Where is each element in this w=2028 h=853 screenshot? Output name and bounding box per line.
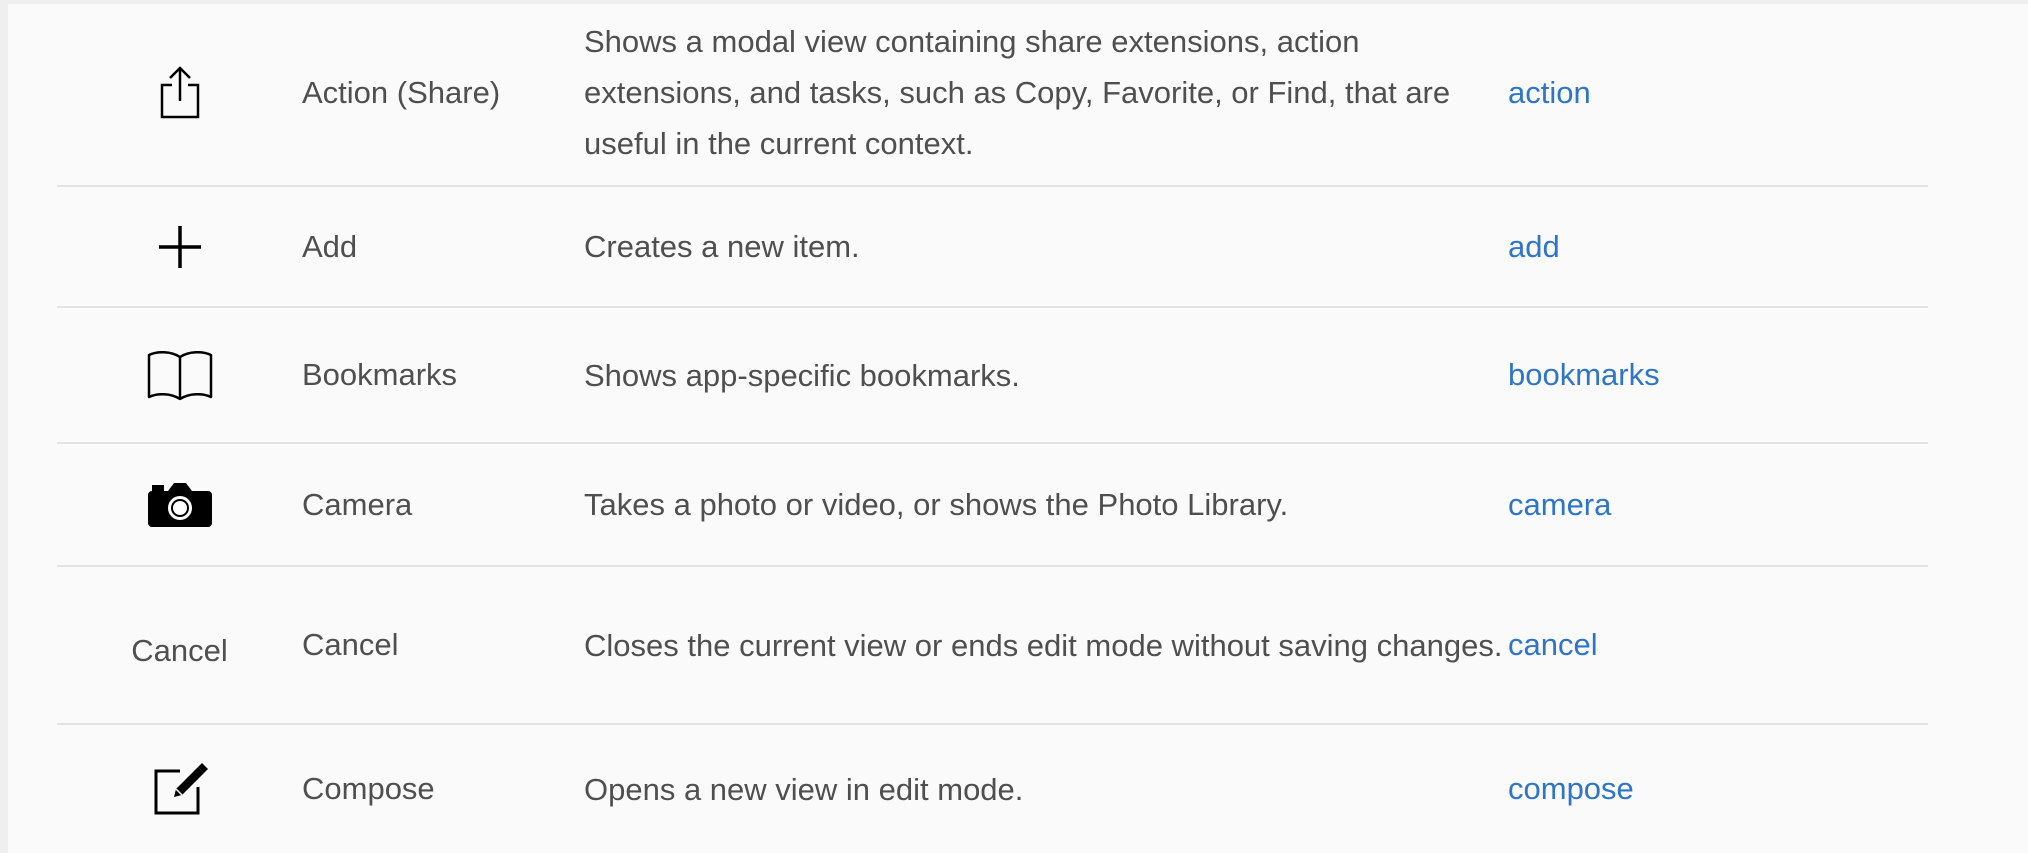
frame-left bbox=[0, 0, 8, 853]
item-name: Add bbox=[302, 228, 358, 264]
item-name: Action (Share) bbox=[302, 74, 501, 110]
system-items-table-page: Action (Share) Shows a modal view contai… bbox=[0, 0, 2028, 853]
cancel-text-icon: Cancel bbox=[131, 633, 228, 668]
compose-icon bbox=[152, 761, 208, 817]
item-description: Creates a new item. bbox=[584, 229, 860, 264]
item-key-link-compose[interactable]: compose bbox=[1508, 771, 1928, 807]
item-key-link-bookmarks[interactable]: bookmarks bbox=[1508, 357, 1928, 393]
item-key-link-add[interactable]: add bbox=[1508, 229, 1928, 265]
item-key-link-camera[interactable]: camera bbox=[1508, 487, 1928, 523]
item-description: Takes a photo or video, or shows the Pho… bbox=[584, 487, 1289, 522]
item-key-link-cancel[interactable]: cancel bbox=[1508, 627, 1928, 663]
camera-icon bbox=[146, 481, 214, 529]
item-description: Shows app-specific bookmarks. bbox=[584, 357, 1020, 393]
system-items-table: Action (Share) Shows a modal view contai… bbox=[57, 0, 1928, 853]
item-name: Camera bbox=[302, 486, 413, 522]
item-description: Opens a new view in edit mode. bbox=[584, 771, 1024, 807]
icon-cell bbox=[57, 222, 302, 272]
table-row: Add Creates a new item. add bbox=[57, 187, 1928, 308]
icon-cell bbox=[57, 349, 302, 401]
icon-cell: Cancel bbox=[57, 627, 302, 668]
item-key-link-action[interactable]: action bbox=[1508, 75, 1928, 111]
table-row: Camera Takes a photo or video, or shows … bbox=[57, 444, 1928, 567]
table-row: Cancel Cancel Closes the current view or… bbox=[57, 567, 1928, 725]
item-name: Cancel bbox=[302, 627, 399, 662]
item-description: Closes the current view or ends edit mod… bbox=[584, 627, 1503, 663]
icon-cell bbox=[57, 761, 302, 817]
table-row: Bookmarks Shows app-specific bookmarks. … bbox=[57, 308, 1928, 444]
item-name: Compose bbox=[302, 771, 435, 806]
icon-cell bbox=[57, 481, 302, 529]
item-name: Bookmarks bbox=[302, 357, 458, 392]
book-icon bbox=[145, 349, 215, 401]
table-row: Compose Opens a new view in edit mode. c… bbox=[57, 725, 1928, 853]
table-row: Action (Share) Shows a modal view contai… bbox=[57, 0, 1928, 187]
share-icon bbox=[158, 65, 202, 121]
icon-cell bbox=[57, 65, 302, 121]
plus-icon bbox=[155, 222, 205, 272]
item-description: Shows a modal view containing share exte… bbox=[584, 24, 1451, 161]
